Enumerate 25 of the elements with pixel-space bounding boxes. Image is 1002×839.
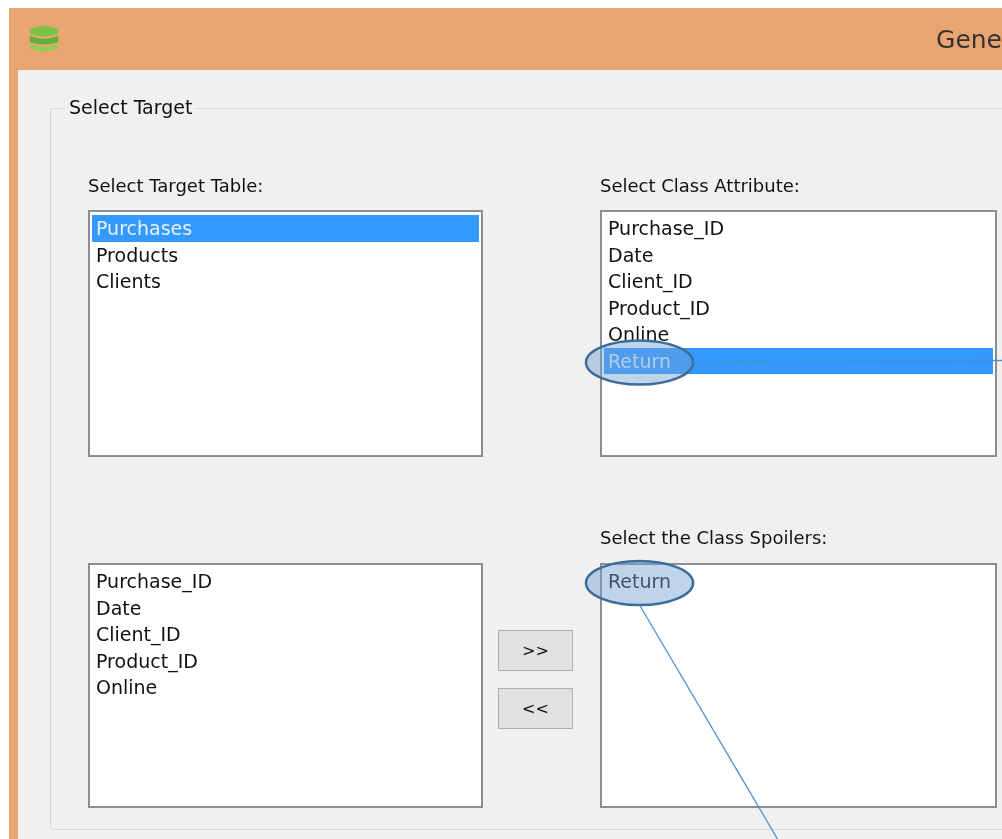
list-label: Select the Class Spoilers:: [600, 527, 829, 550]
list-item[interactable]: Products: [92, 241, 479, 268]
database-icon: [28, 25, 60, 53]
list-label: Select Target Table:: [88, 175, 265, 198]
list-box[interactable]: Purchases Products Clients: [88, 210, 483, 457]
list-item[interactable]: Online: [604, 321, 993, 348]
list-item[interactable]: Client_ID: [92, 621, 479, 648]
list-item[interactable]: Return: [604, 568, 993, 595]
list-item[interactable]: Clients: [92, 268, 479, 295]
move-button[interactable]: >>: [498, 630, 573, 671]
list-item[interactable]: Online: [92, 674, 479, 701]
list-item[interactable]: Client_ID: [604, 268, 993, 295]
list-item[interactable]: Purchase_ID: [604, 215, 993, 242]
list-item[interactable]: Date: [604, 241, 993, 268]
window-title: Gene: [936, 24, 1002, 54]
move-button[interactable]: <<: [498, 688, 573, 729]
list-box[interactable]: Purchase_ID Date Client_ID Product_ID Online: [88, 563, 483, 808]
list-item[interactable]: Purchase_ID: [92, 568, 479, 595]
list-item[interactable]: Product_ID: [604, 294, 993, 321]
list-item[interactable]: Product_ID: [92, 647, 479, 674]
list-item[interactable]: Date: [92, 594, 479, 621]
group-title: Select Target: [65, 96, 197, 118]
list-label: Select Class Attribute:: [600, 175, 801, 198]
list-box[interactable]: Return: [600, 563, 997, 808]
list-box[interactable]: Purchase_ID Date Client_ID Product_ID Online Return: [600, 210, 997, 457]
